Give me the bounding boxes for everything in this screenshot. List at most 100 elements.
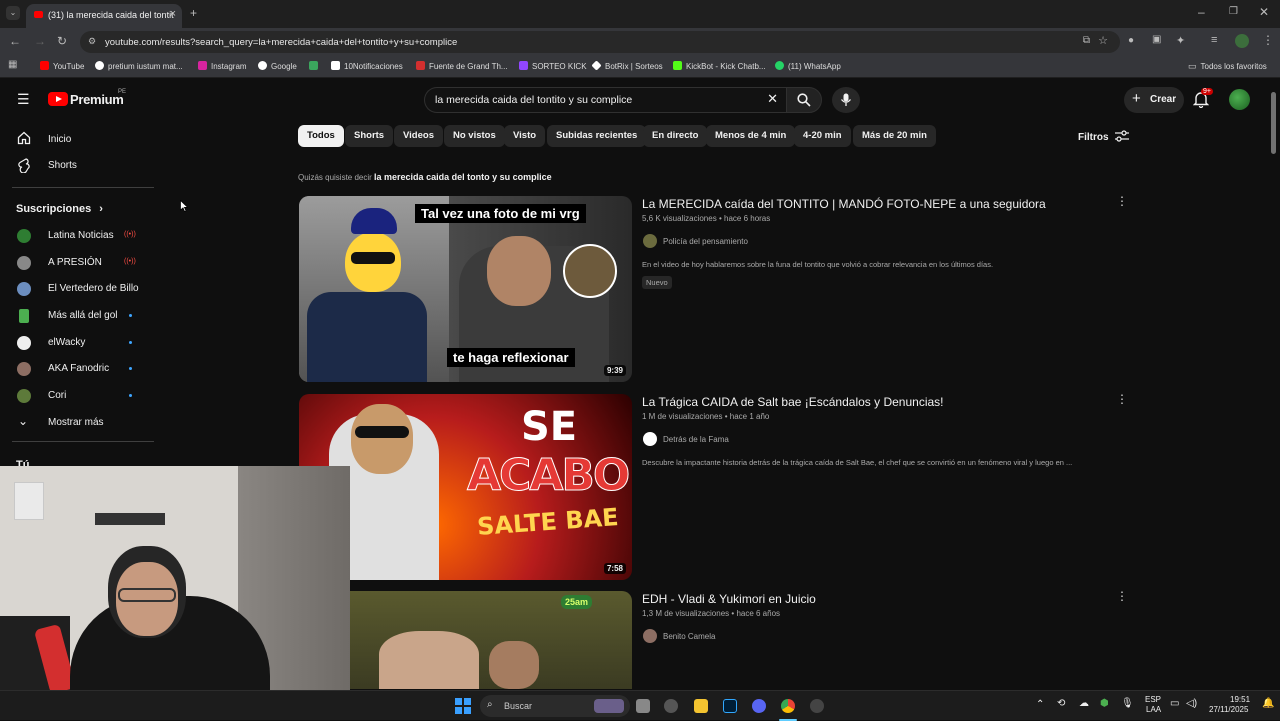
sidebar-item-home[interactable]: Inicio bbox=[48, 134, 71, 145]
sidebar-channel-el-vertedero[interactable]: El Vertedero de Billo bbox=[48, 283, 139, 294]
new-tab-icon[interactable]: + bbox=[190, 6, 197, 20]
show-more-button[interactable]: Mostrar más bbox=[48, 417, 104, 428]
close-tab-icon[interactable]: × bbox=[170, 8, 176, 20]
voice-search-button[interactable] bbox=[832, 87, 860, 113]
bookmark-unnamed[interactable] bbox=[309, 61, 322, 71]
chip-shorts[interactable]: Shorts bbox=[345, 125, 394, 147]
bookmark-grand-theft[interactable]: Fuente de Grand Th... bbox=[416, 61, 508, 71]
bookmark-10notificaciones[interactable]: 10Notificaciones bbox=[331, 61, 403, 71]
sidebar-channel-elwacky[interactable]: elWacky bbox=[48, 337, 85, 348]
channel-avatar[interactable] bbox=[643, 432, 657, 446]
network-icon[interactable]: ▭ bbox=[1170, 698, 1179, 709]
widgets-icon[interactable] bbox=[664, 699, 678, 713]
chip-no-vistos[interactable]: No vistos bbox=[444, 125, 505, 147]
clock-time[interactable]: 19:51 bbox=[1230, 695, 1250, 704]
bookmark-whatsapp[interactable]: (11) WhatsApp bbox=[775, 61, 841, 71]
did-you-mean-link[interactable]: la merecida caida del tonto y su complic… bbox=[374, 172, 552, 182]
create-button[interactable]: + Crear bbox=[1124, 87, 1184, 113]
extension-icon[interactable]: ● bbox=[1128, 35, 1134, 46]
all-favorites-folder[interactable]: ▭ Todos los favoritos bbox=[1188, 61, 1267, 72]
sidebar-channel-mas-alla-del-gol[interactable]: Más allá del gol bbox=[48, 310, 117, 321]
logo-text[interactable]: Premium bbox=[70, 92, 124, 107]
channel-avatar[interactable] bbox=[643, 629, 657, 643]
clear-search-icon[interactable]: ✕ bbox=[767, 91, 778, 107]
sidebar-channel-latina-noticias[interactable]: Latina Noticias bbox=[48, 230, 114, 241]
bookmark-botrix[interactable]: BotRix | Sorteos bbox=[591, 60, 663, 71]
reload-icon[interactable]: ↻ bbox=[57, 34, 67, 48]
extension-2-icon[interactable]: ▣ bbox=[1152, 34, 1161, 45]
tray-chevron-up-icon[interactable]: ⌃ bbox=[1036, 699, 1044, 710]
language-code[interactable]: ESP bbox=[1145, 695, 1161, 704]
chrome-icon[interactable] bbox=[781, 699, 795, 713]
bookmark-google[interactable]: Google bbox=[258, 61, 297, 71]
photoshop-icon[interactable] bbox=[723, 699, 737, 713]
more-actions-icon[interactable]: ⋮ bbox=[1116, 392, 1128, 406]
bookmark-star-icon[interactable]: ☆ bbox=[1098, 34, 1108, 47]
account-avatar[interactable] bbox=[1229, 89, 1250, 110]
more-actions-icon[interactable]: ⋮ bbox=[1116, 194, 1128, 208]
tab-search-icon[interactable]: ⌄ bbox=[6, 6, 20, 20]
search-button[interactable] bbox=[786, 87, 822, 113]
chip-mas-20-min[interactable]: Más de 20 min bbox=[853, 125, 936, 147]
bookmark-kickbot[interactable]: KickBot - Kick Chatb... bbox=[673, 61, 766, 71]
youtube-logo-icon[interactable] bbox=[48, 92, 68, 106]
forward-icon[interactable]: → bbox=[34, 34, 46, 48]
chip-menos-4-min[interactable]: Menos de 4 min bbox=[706, 125, 796, 147]
app-icon[interactable] bbox=[810, 699, 824, 713]
chip-todos[interactable]: Todos bbox=[298, 125, 344, 147]
sidebar-channel-a-presion[interactable]: A PRESIÓN bbox=[48, 257, 102, 268]
channel-name[interactable]: Policía del pensamiento bbox=[663, 237, 748, 246]
bookmark-pretium[interactable]: pretium iustum mat... bbox=[95, 61, 183, 71]
sidebar-item-shorts[interactable]: Shorts bbox=[48, 160, 77, 171]
close-window-icon[interactable]: ✕ bbox=[1259, 5, 1269, 19]
extensions-puzzle-icon[interactable]: ✦ bbox=[1176, 34, 1185, 47]
subscriptions-heading[interactable]: Suscripciones › bbox=[16, 203, 103, 215]
notifications-button[interactable]: 9+ bbox=[1192, 88, 1213, 109]
video-title[interactable]: La MERECIDA caída del TONTITO | MANDÓ FO… bbox=[642, 197, 1046, 211]
back-icon[interactable]: ← bbox=[9, 34, 21, 48]
install-icon[interactable]: ⧉ bbox=[1083, 35, 1090, 46]
channel-avatar[interactable] bbox=[643, 234, 657, 248]
chip-videos[interactable]: Videos bbox=[394, 125, 443, 147]
windows-start-icon[interactable] bbox=[455, 698, 471, 714]
notifications-center-icon[interactable]: 🔔 bbox=[1262, 698, 1274, 709]
video-title[interactable]: EDH - Vladi & Yukimori en Juicio bbox=[642, 592, 816, 606]
language-layout[interactable]: LAA bbox=[1146, 705, 1161, 714]
more-actions-icon[interactable]: ⋮ bbox=[1116, 589, 1128, 603]
channel-name[interactable]: Detrás de la Fama bbox=[663, 435, 729, 444]
search-input[interactable]: la merecida caida del tontito y su compl… bbox=[424, 87, 786, 113]
menu-dots-icon[interactable]: ⋮ bbox=[1262, 33, 1274, 47]
site-info-icon[interactable]: ⚙ bbox=[88, 36, 96, 47]
url-field[interactable]: ⚙ youtube.com/results?search_query=la+me… bbox=[80, 31, 1120, 53]
chip-4-20-min[interactable]: 4-20 min bbox=[794, 125, 851, 147]
restore-icon[interactable]: ❐ bbox=[1229, 6, 1238, 17]
volume-icon[interactable]: ◁) bbox=[1186, 698, 1197, 709]
apps-grid-icon[interactable]: ▦ bbox=[8, 59, 17, 70]
file-explorer-icon[interactable] bbox=[694, 699, 708, 713]
tray-mic-icon[interactable]: 🎙 bbox=[1121, 698, 1134, 709]
bookmark-sorteo-kick[interactable]: SORTEO KICK bbox=[519, 61, 587, 71]
tray-shield-icon[interactable]: ⬢ bbox=[1100, 698, 1109, 709]
video-title[interactable]: La Trágica CAIDA de Salt bae ¡Escándalos… bbox=[642, 395, 944, 409]
tray-sync-icon[interactable]: ⟲ bbox=[1057, 698, 1065, 709]
tab-youtube[interactable]: (31) la merecida caida del tontit × bbox=[26, 4, 182, 28]
hamburger-menu-icon[interactable]: ☰ bbox=[17, 91, 30, 108]
sidebar-channel-cori[interactable]: Cori bbox=[48, 390, 66, 401]
tray-cloud-icon[interactable]: ☁ bbox=[1079, 698, 1089, 709]
chip-subidas-recientes[interactable]: Subidas recientes bbox=[547, 125, 647, 147]
reading-list-icon[interactable]: ≡ bbox=[1211, 34, 1217, 46]
bookmark-youtube[interactable]: YouTube bbox=[40, 61, 84, 71]
task-view-icon[interactable] bbox=[636, 699, 650, 713]
discord-icon[interactable] bbox=[752, 699, 766, 713]
profile-avatar[interactable] bbox=[1235, 34, 1249, 48]
filters-button[interactable]: Filtros bbox=[1078, 130, 1130, 143]
chip-visto[interactable]: Visto bbox=[504, 125, 546, 147]
channel-name[interactable]: Benito Camela bbox=[663, 632, 715, 641]
sidebar-channel-aka-fanodric[interactable]: AKA Fanodric bbox=[48, 363, 109, 374]
clock-date[interactable]: 27/11/2025 bbox=[1209, 705, 1248, 714]
bookmark-instagram[interactable]: Instagram bbox=[198, 61, 247, 71]
video-thumbnail[interactable]: Tal vez una foto de mi vrg te haga refle… bbox=[299, 196, 632, 382]
minimize-icon[interactable]: – bbox=[1198, 5, 1205, 19]
chip-en-directo[interactable]: En directo bbox=[643, 125, 708, 147]
taskbar-search[interactable]: ⌕ Buscar bbox=[480, 695, 630, 717]
